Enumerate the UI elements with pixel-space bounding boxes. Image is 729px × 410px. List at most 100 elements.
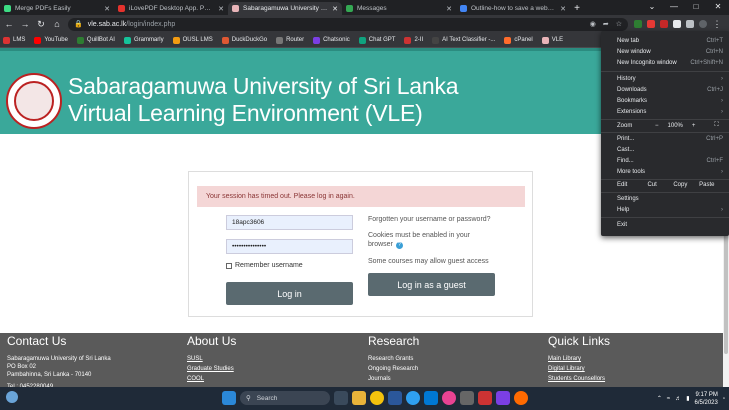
menu-extensions[interactable]: Extensions ›: [617, 109, 723, 115]
bookmark-ousl-lms[interactable]: OUSL LMS: [172, 36, 213, 44]
footer-link[interactable]: Students Counsellors: [548, 375, 610, 383]
bookmark-vle[interactable]: VLE: [541, 36, 563, 44]
bookmark-chatsonic[interactable]: Chatsonic: [313, 36, 350, 44]
extension-icon[interactable]: [634, 20, 642, 28]
footer-link[interactable]: Digital Library: [548, 365, 610, 373]
close-icon[interactable]: ✕: [332, 5, 338, 13]
bookmark-ai-text-classifier[interactable]: AI Text Classifier -...: [432, 36, 495, 44]
bookmark-lms[interactable]: LMS: [3, 36, 25, 44]
menu-new-incognito[interactable]: New Incognito window Ctrl+Shift+N: [617, 60, 723, 66]
chevron-up-icon[interactable]: ⌃: [657, 395, 662, 402]
zoom-in-button[interactable]: +: [692, 123, 696, 129]
back-arrow-icon[interactable]: ←: [4, 19, 14, 29]
app-icon[interactable]: [460, 391, 474, 405]
bookmark-router[interactable]: Router: [276, 36, 304, 44]
footer-link[interactable]: Research Grants: [368, 355, 419, 363]
extension-icon[interactable]: [673, 20, 681, 28]
login-button[interactable]: Log in: [226, 282, 353, 305]
menu-settings[interactable]: Settings: [617, 196, 723, 202]
fullscreen-icon[interactable]: ⛶: [714, 122, 718, 129]
tab-ilovepdf[interactable]: iLovePDF Desktop App. PDF Edit... ✕: [114, 2, 228, 15]
telegram-icon[interactable]: [406, 391, 420, 405]
menu-exit[interactable]: Exit: [617, 222, 723, 228]
menu-find[interactable]: Find... Ctrl+F: [617, 158, 723, 164]
app-icon[interactable]: [496, 391, 510, 405]
home-icon[interactable]: ⌂: [52, 19, 62, 29]
close-window-button[interactable]: ✕: [707, 0, 729, 14]
help-info-icon[interactable]: ?: [395, 242, 403, 249]
university-logo[interactable]: [6, 73, 62, 129]
menu-downloads[interactable]: Downloads Ctrl+J: [617, 87, 723, 93]
menu-print[interactable]: Print... Ctrl+P: [617, 136, 723, 142]
bookmark-chatgpt[interactable]: Chat GPT: [358, 36, 395, 44]
extension-icon[interactable]: [647, 20, 655, 28]
menu-new-tab[interactable]: New tab Ctrl+T: [617, 38, 723, 44]
guest-login-button[interactable]: Log in as a guest: [368, 273, 495, 296]
paste-button[interactable]: Paste: [699, 182, 725, 188]
wifi-icon[interactable]: ≈: [667, 396, 670, 402]
store-icon[interactable]: [424, 391, 438, 405]
word-icon[interactable]: [388, 391, 402, 405]
minimize-button[interactable]: —: [663, 0, 685, 14]
tab-outline[interactable]: Outline-how to save a webpage ... ✕: [456, 2, 570, 15]
bookmark-2-ii[interactable]: 2-II: [404, 36, 423, 44]
tab-sabaragamuwa[interactable]: Sabaragamuwa University of Sri... ✕: [228, 2, 342, 15]
forgot-password-link[interactable]: Forgotten your username or password?: [368, 215, 491, 224]
notification-icon[interactable]: ▫: [723, 396, 725, 402]
address-bar[interactable]: 🔒 vle.sab.ac.lk/login/index.php ◉ ➦ ☆: [68, 17, 628, 31]
password-input[interactable]: •••••••••••••••: [226, 239, 353, 254]
close-icon[interactable]: ✕: [446, 5, 452, 13]
footer-link[interactable]: Main Library: [548, 355, 610, 363]
star-icon[interactable]: ☆: [616, 20, 622, 28]
bookmark-grammarly[interactable]: Grammarly: [123, 36, 164, 44]
taskbar-search[interactable]: ⚲ Search: [240, 391, 330, 405]
reload-icon[interactable]: ↻: [36, 19, 46, 30]
battery-icon[interactable]: ▮: [686, 395, 689, 402]
puzzle-icon[interactable]: [686, 20, 694, 28]
menu-bookmarks[interactable]: Bookmarks ›: [617, 98, 723, 104]
new-tab-button[interactable]: +: [570, 2, 584, 15]
remember-checkbox[interactable]: [226, 262, 232, 269]
copy-button[interactable]: Copy: [673, 182, 699, 188]
volume-icon[interactable]: ♬: [675, 396, 681, 402]
menu-more-tools[interactable]: More tools ›: [617, 169, 723, 175]
tab-messages[interactable]: Messages ✕: [342, 2, 456, 15]
bookmark-duckduckgo[interactable]: DuckDuckGo: [221, 36, 267, 44]
close-icon[interactable]: ✕: [104, 5, 110, 13]
username-input[interactable]: 18apc3606: [226, 215, 353, 230]
tab-merge-pdfs[interactable]: Merge PDFs Easily ✕: [0, 2, 114, 15]
footer-link[interactable]: SUSL: [187, 355, 236, 363]
footer-link[interactable]: COOL: [187, 375, 236, 383]
profile-avatar-icon[interactable]: [699, 20, 707, 28]
weather-widget[interactable]: [6, 391, 18, 403]
clock[interactable]: 9:17 PM 6/5/2023: [695, 391, 718, 407]
menu-help[interactable]: Help ›: [617, 207, 723, 213]
bookmark-cpanel[interactable]: cPanel: [504, 36, 533, 44]
google-lens-icon[interactable]: ◉: [590, 20, 596, 28]
lock-icon[interactable]: 🔒: [74, 20, 83, 28]
chrome-icon[interactable]: [370, 391, 384, 405]
wps-icon[interactable]: [478, 391, 492, 405]
close-icon[interactable]: ✕: [218, 5, 224, 13]
menu-cast[interactable]: Cast...: [617, 147, 723, 153]
footer-link[interactable]: Ongoing Research: [368, 365, 419, 373]
share-icon[interactable]: ➦: [603, 20, 609, 28]
footer-link[interactable]: Graduate Studies: [187, 365, 236, 373]
close-icon[interactable]: ✕: [560, 5, 566, 13]
file-explorer-icon[interactable]: [352, 391, 366, 405]
bookmark-youtube[interactable]: YouTube: [34, 36, 68, 44]
forward-arrow-icon[interactable]: →: [20, 19, 30, 29]
maximize-button[interactable]: □: [685, 0, 707, 14]
menu-history[interactable]: History ›: [617, 76, 723, 82]
cut-button[interactable]: Cut: [647, 182, 673, 188]
zoom-out-button[interactable]: −: [655, 123, 659, 129]
kebab-menu-icon[interactable]: ⋮: [712, 19, 722, 30]
remember-username[interactable]: Remember username: [226, 262, 303, 269]
menu-new-window[interactable]: New window Ctrl+N: [617, 49, 723, 55]
music-icon[interactable]: [442, 391, 456, 405]
firefox-icon[interactable]: [514, 391, 528, 405]
footer-link[interactable]: Journals: [368, 375, 419, 383]
tab-search-icon[interactable]: ⌄: [641, 0, 663, 14]
bookmark-quillbot[interactable]: QuillBot AI: [76, 36, 115, 44]
task-view-icon[interactable]: [334, 391, 348, 405]
